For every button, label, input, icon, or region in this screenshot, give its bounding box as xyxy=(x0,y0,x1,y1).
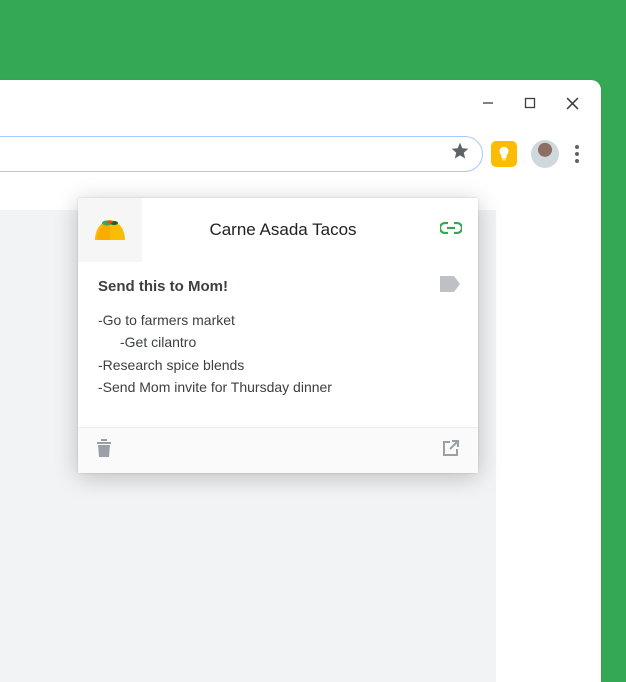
popup-footer xyxy=(78,427,478,473)
popup-title: Carne Asada Tacos xyxy=(142,220,424,240)
window-title-bar xyxy=(0,80,601,126)
browser-menu-button[interactable] xyxy=(567,137,587,171)
link-icon[interactable] xyxy=(424,221,478,239)
tag-icon[interactable] xyxy=(440,276,460,295)
trash-icon[interactable] xyxy=(96,439,112,462)
note-line[interactable]: -Get cilantro xyxy=(98,331,458,353)
bookmark-star-icon[interactable] xyxy=(450,141,470,167)
popup-header: Carne Asada Tacos xyxy=(78,198,478,262)
note-line[interactable]: -Go to farmers market xyxy=(98,309,458,331)
open-in-new-icon[interactable] xyxy=(442,439,460,462)
page-favicon xyxy=(78,198,142,262)
close-button[interactable] xyxy=(551,83,593,123)
profile-avatar[interactable] xyxy=(531,140,559,168)
extension-icon[interactable] xyxy=(491,141,517,167)
maximize-button[interactable] xyxy=(509,83,551,123)
taco-icon xyxy=(93,218,127,242)
popup-body: Send this to Mom! -Go to farmers market … xyxy=(78,262,478,427)
note-line[interactable]: -Send Mom invite for Thursday dinner xyxy=(98,376,458,398)
browser-toolbar xyxy=(0,126,601,182)
address-bar[interactable] xyxy=(0,136,483,172)
minimize-button[interactable] xyxy=(467,83,509,123)
note-line[interactable]: -Research spice blends xyxy=(98,354,458,376)
extension-popup: Carne Asada Tacos Send this to Mom! -Go … xyxy=(78,198,478,473)
note-title[interactable]: Send this to Mom! xyxy=(98,278,458,295)
